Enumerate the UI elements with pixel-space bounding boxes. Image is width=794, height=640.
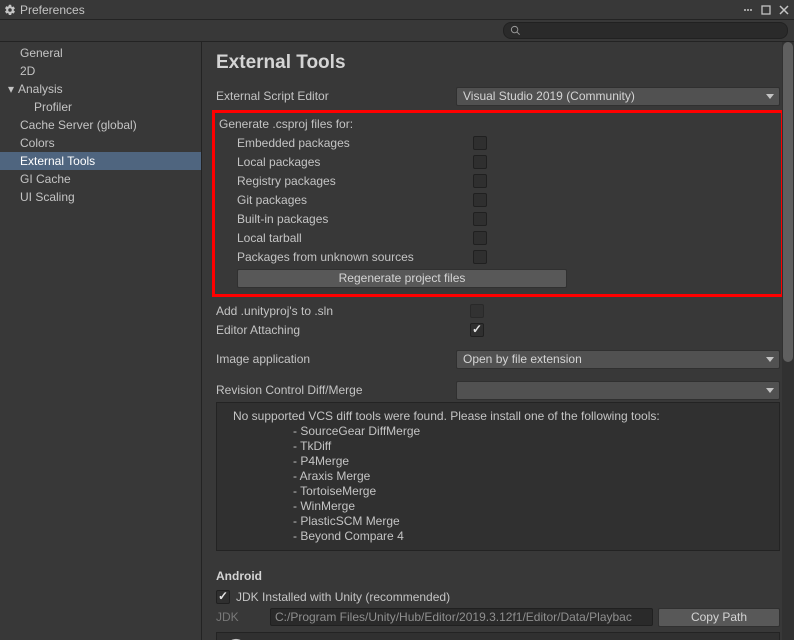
image-app-row: Image application Open by file extension	[216, 349, 780, 369]
android-header: Android	[216, 569, 780, 583]
scrollbar-thumb[interactable]	[783, 42, 793, 362]
script-editor-row: External Script Editor Visual Studio 201…	[216, 86, 780, 106]
content-area: External Tools External Script Editor Vi…	[202, 42, 794, 640]
search-bar	[0, 20, 794, 42]
editor-attaching-checkbox[interactable]	[470, 323, 484, 337]
csproj-row: Git packages	[219, 190, 777, 209]
revision-control-row: Revision Control Diff/Merge	[216, 380, 780, 400]
csproj-checkbox[interactable]	[473, 155, 487, 169]
csproj-row: Embedded packages	[219, 133, 777, 152]
sidebar-item-label: GI Cache	[20, 172, 71, 186]
csproj-row: Local packages	[219, 152, 777, 171]
vcs-tool: SourceGear DiffMerge	[293, 424, 769, 439]
csproj-row: Built-in packages	[219, 209, 777, 228]
script-editor-dropdown[interactable]: Visual Studio 2019 (Community)	[456, 87, 780, 106]
csproj-label: Built-in packages	[219, 212, 473, 226]
csproj-label: Packages from unknown sources	[219, 250, 473, 264]
csproj-row: Registry packages	[219, 171, 777, 190]
add-unityproj-label: Add .unityproj's to .sln	[216, 304, 470, 318]
jdk-label: JDK	[216, 610, 270, 624]
page-title: External Tools	[216, 52, 780, 74]
script-editor-label: External Script Editor	[216, 89, 456, 103]
search-input[interactable]	[525, 25, 781, 37]
revision-control-dropdown[interactable]	[456, 381, 780, 400]
jdk-path-row: JDK C:/Program Files/Unity/Hub/Editor/20…	[216, 607, 780, 627]
sidebar-item-label: Profiler	[34, 100, 72, 114]
csproj-checkbox[interactable]	[473, 136, 487, 150]
editor-attaching-row: Editor Attaching	[216, 320, 780, 339]
csproj-label: Git packages	[219, 193, 473, 207]
jdk-installed-row: JDK Installed with Unity (recommended)	[216, 587, 780, 607]
jdk-info-box: i JDK installed with Unity is based on O…	[216, 632, 780, 640]
maximize-icon[interactable]	[760, 4, 772, 16]
sidebar-item-general[interactable]: General	[0, 44, 201, 62]
image-app-label: Image application	[216, 352, 456, 366]
chevron-down-icon: ▾	[6, 80, 16, 98]
add-unityproj-checkbox	[470, 304, 484, 318]
revision-control-label: Revision Control Diff/Merge	[216, 383, 456, 397]
csproj-header: Generate .csproj files for:	[219, 117, 777, 131]
vcs-tool: TortoiseMerge	[293, 484, 769, 499]
csproj-checkbox[interactable]	[473, 193, 487, 207]
gear-icon	[4, 4, 16, 16]
vcs-tool: Beyond Compare 4	[293, 529, 769, 544]
csproj-label: Local tarball	[219, 231, 473, 245]
add-unityproj-row: Add .unityproj's to .sln	[216, 301, 780, 320]
csproj-checkbox[interactable]	[473, 212, 487, 226]
vcs-tool: WinMerge	[293, 499, 769, 514]
sidebar-item-label: Colors	[20, 136, 55, 150]
sidebar-item-analysis[interactable]: ▾Analysis	[0, 80, 201, 98]
sidebar-item-label: 2D	[20, 64, 35, 78]
sidebar-item-cache-server-global-[interactable]: Cache Server (global)	[0, 116, 201, 134]
regenerate-button[interactable]: Regenerate project files	[237, 269, 567, 288]
csproj-checkbox[interactable]	[473, 250, 487, 264]
search-input-wrapper[interactable]	[503, 22, 788, 39]
scrollbar[interactable]	[782, 42, 794, 640]
sidebar-item-2d[interactable]: 2D	[0, 62, 201, 80]
sidebar: General 2D ▾Analysis Profiler Cache Server (…	[0, 42, 202, 640]
sidebar-item-gi-cache[interactable]: GI Cache	[0, 170, 201, 188]
sidebar-item-label: General	[20, 46, 63, 60]
copy-path-button[interactable]: Copy Path	[658, 608, 780, 627]
sidebar-item-profiler[interactable]: Profiler	[0, 98, 201, 116]
editor-attaching-label: Editor Attaching	[216, 323, 470, 337]
sidebar-item-external-tools[interactable]: External Tools	[0, 152, 201, 170]
sidebar-item-ui-scaling[interactable]: UI Scaling	[0, 188, 201, 206]
csproj-row: Local tarball	[219, 228, 777, 247]
image-app-dropdown[interactable]: Open by file extension	[456, 350, 780, 369]
sidebar-item-label: External Tools	[20, 154, 95, 168]
close-icon[interactable]	[778, 4, 790, 16]
sidebar-item-colors[interactable]: Colors	[0, 134, 201, 152]
sidebar-item-label: Cache Server (global)	[20, 118, 137, 132]
csproj-checkbox[interactable]	[473, 174, 487, 188]
csproj-label: Local packages	[219, 155, 473, 169]
csproj-row: Packages from unknown sources	[219, 247, 777, 266]
jdk-path-field[interactable]: C:/Program Files/Unity/Hub/Editor/2019.3…	[270, 608, 653, 626]
jdk-installed-label: JDK Installed with Unity (recommended)	[236, 590, 450, 604]
sidebar-item-label: Analysis	[18, 82, 63, 96]
search-icon	[510, 25, 521, 36]
jdk-installed-checkbox[interactable]	[216, 590, 230, 604]
sidebar-item-label: UI Scaling	[20, 190, 75, 204]
vcs-info-box: No supported VCS diff tools were found. …	[216, 402, 780, 551]
vcs-tool: PlasticSCM Merge	[293, 514, 769, 529]
csproj-highlight-box: Generate .csproj files for: Embedded pac…	[212, 110, 784, 297]
vcs-message: No supported VCS diff tools were found. …	[233, 409, 769, 424]
vcs-tool: TkDiff	[293, 439, 769, 454]
csproj-label: Embedded packages	[219, 136, 473, 150]
csproj-label: Registry packages	[219, 174, 473, 188]
csproj-checkbox[interactable]	[473, 231, 487, 245]
window-title: Preferences	[20, 3, 85, 17]
vcs-tool: Araxis Merge	[293, 469, 769, 484]
window-titlebar: Preferences	[0, 0, 794, 20]
vcs-tool: P4Merge	[293, 454, 769, 469]
menu-icon[interactable]	[742, 4, 754, 16]
